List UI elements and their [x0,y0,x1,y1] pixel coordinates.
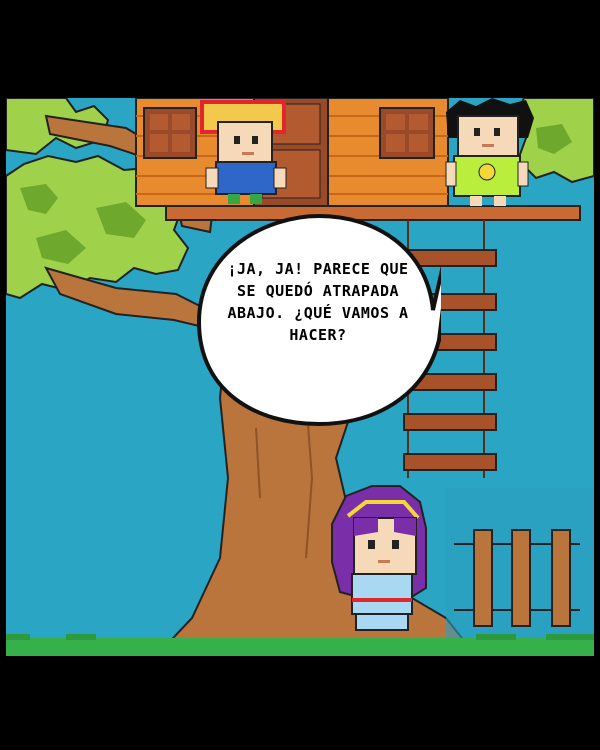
speech-bubble-text: ¡Ja, ja! Parece que se quedó atrapada ab… [227,260,409,344]
tree-house-window-left [143,107,197,159]
comic-panel: ¡Ja, ja! Parece que se quedó atrapada ab… [6,98,594,656]
tree-house [135,98,449,207]
tree-house-window-right [379,107,435,159]
